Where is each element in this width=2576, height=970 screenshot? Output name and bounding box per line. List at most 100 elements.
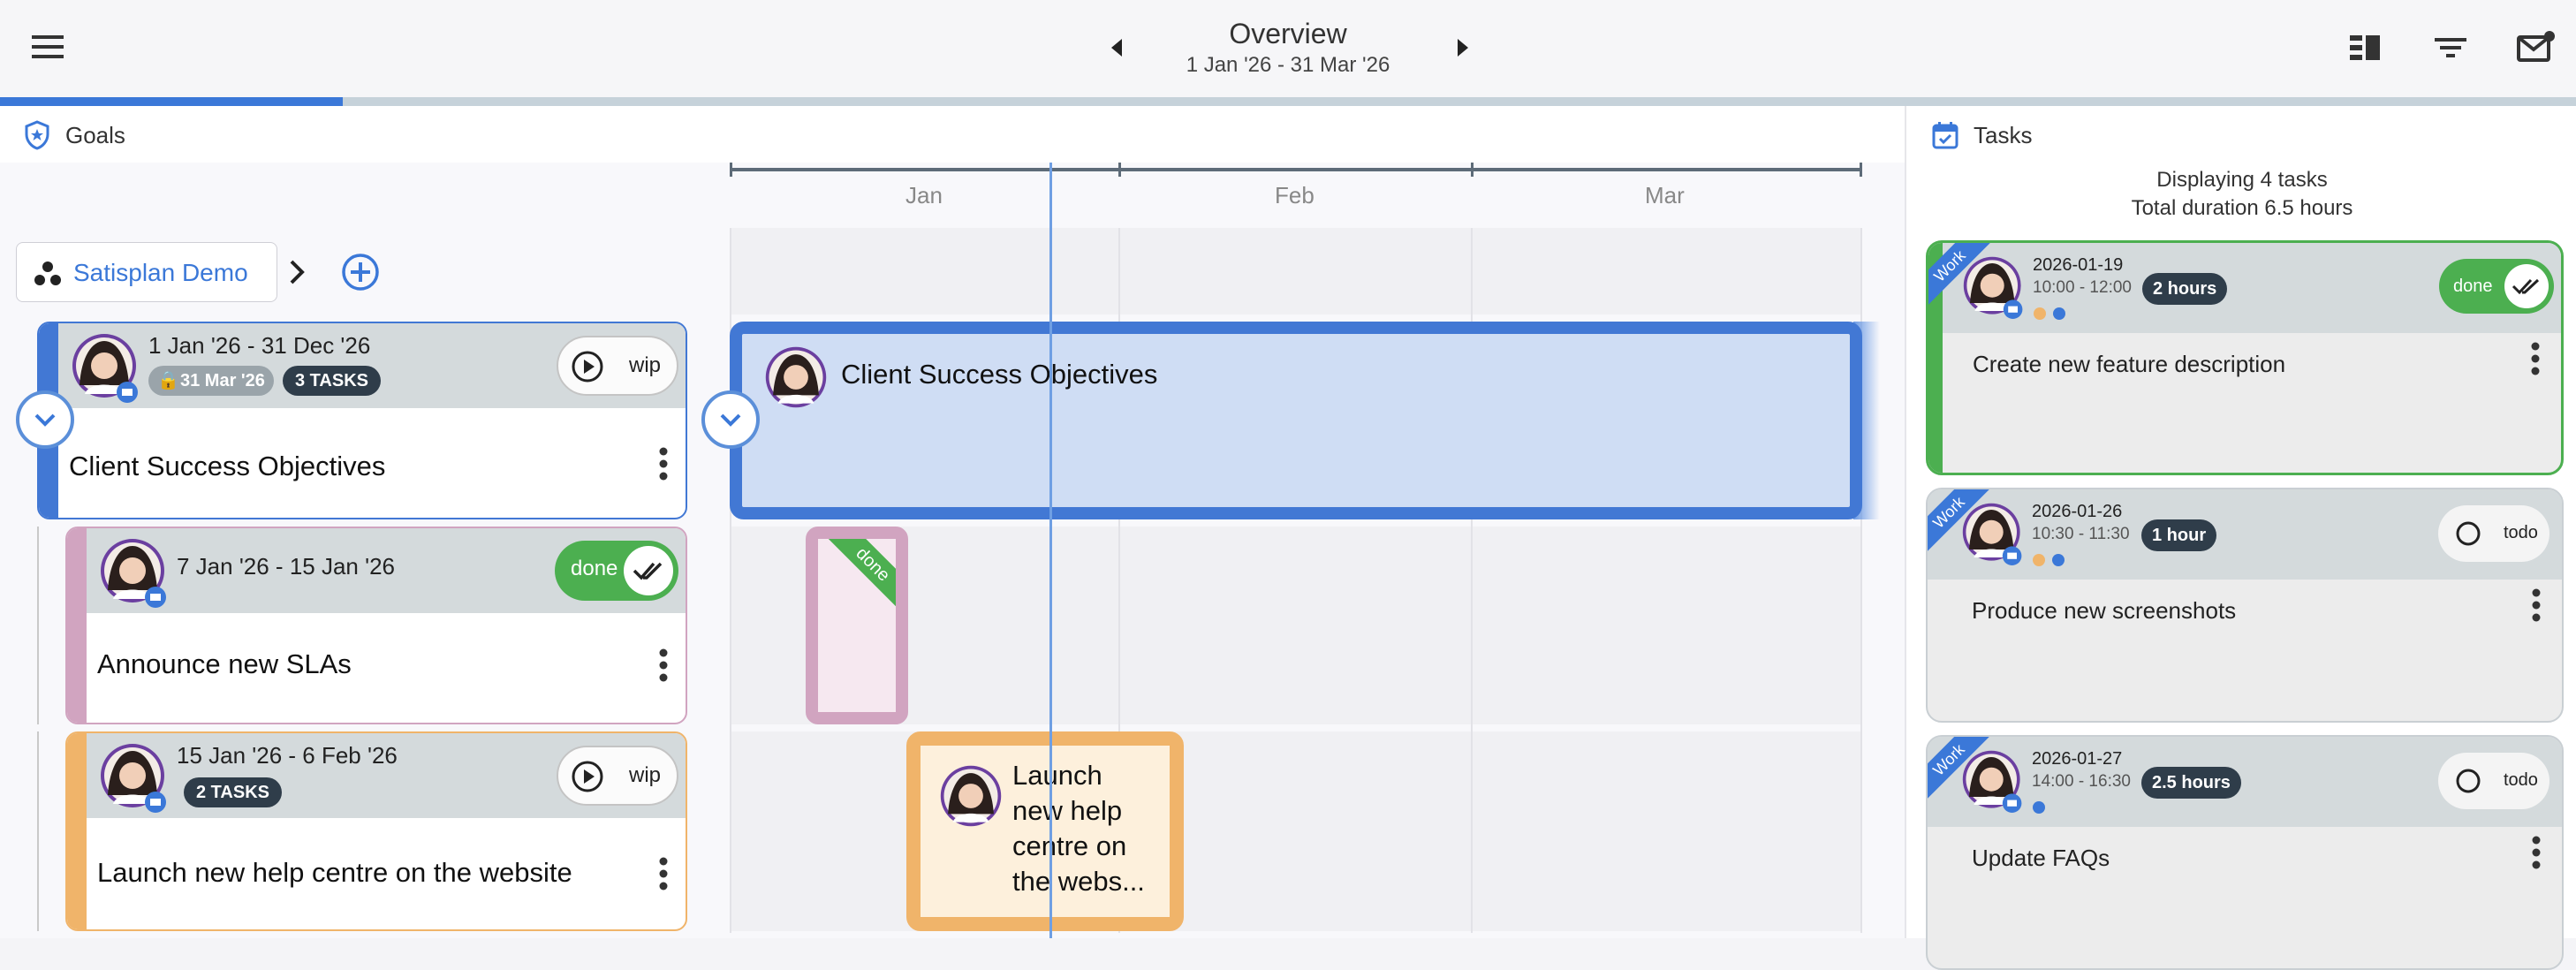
task-time: 14:00 - 16:30	[2032, 772, 2131, 791]
play-circle-icon	[571, 760, 604, 793]
status-label: done	[2453, 277, 2493, 296]
avatar	[71, 332, 141, 403]
avatar	[99, 537, 170, 608]
page-title: Overview	[1229, 18, 1347, 49]
collapse-goal-button[interactable]	[16, 390, 74, 449]
avatar	[99, 742, 170, 813]
chevron-right-icon[interactable]	[286, 258, 307, 286]
goal-dates: 1 Jan '26 - 31 Dec '26	[148, 332, 371, 359]
goal-dates: 15 Jan '26 - 6 Feb '26	[177, 742, 398, 769]
more-options-icon[interactable]	[2532, 588, 2541, 622]
period-progress-fill	[0, 97, 343, 106]
task-duration-badge: 2 hours	[2142, 273, 2228, 305]
task-count-summary: Displaying 4 tasks	[2156, 168, 2328, 192]
task-count-badge: 3 TASKS	[283, 366, 381, 396]
avatar	[763, 345, 829, 410]
mail-notification-icon[interactable]	[2516, 30, 2555, 65]
axis-tick	[1471, 163, 1474, 177]
goal-title: Announce new SLAs	[97, 648, 352, 679]
timeline-axis	[730, 168, 1862, 171]
month-label-feb: Feb	[1275, 182, 1315, 208]
task-date: 2026-01-27	[2032, 749, 2123, 769]
task-title: Create new feature description	[1973, 351, 2286, 377]
task-title: Update FAQs	[1972, 845, 2110, 871]
tag-dots	[2032, 553, 2067, 567]
goal-card[interactable]: 1 Jan '26 - 31 Dec '26 🔒 31 Mar '26 3 TA…	[37, 322, 687, 519]
status-done-button[interactable]: done	[555, 541, 678, 601]
tasks-panel: Tasks Displaying 4 tasks Total duration …	[1905, 106, 2576, 970]
add-goal-button[interactable]	[341, 253, 380, 292]
more-options-icon[interactable]	[659, 447, 668, 481]
goal-title: Launch new help centre on the website	[97, 857, 572, 888]
goal-card[interactable]: 15 Jan '26 - 6 Feb '26 2 TASKS wip Launc…	[65, 731, 687, 931]
breadcrumb-project[interactable]: Satisplan Demo	[16, 242, 277, 302]
task-status-todo-button[interactable]: todo	[2438, 753, 2549, 809]
more-options-icon[interactable]	[659, 648, 668, 682]
date-range: 1 Jan '26 - 31 Mar '26	[1186, 53, 1390, 77]
avatar	[1962, 255, 2026, 319]
status-label: todo	[2504, 770, 2538, 790]
status-wip-button[interactable]: wip	[557, 746, 678, 806]
collapse-goal-button[interactable]	[701, 390, 760, 449]
period-progress-bar	[0, 97, 2576, 106]
task-status-todo-button[interactable]: todo	[2438, 505, 2549, 562]
calendar-check-icon	[1931, 120, 1959, 150]
month-label-mar: Mar	[1645, 182, 1685, 208]
empty-circle-icon	[2454, 519, 2482, 548]
more-options-icon[interactable]	[2532, 836, 2541, 869]
goal-bar-client-success[interactable]: Client Success Objectives	[730, 322, 1862, 519]
axis-tick	[1860, 163, 1862, 177]
task-card[interactable]: Work 2026-01-27 14:00 - 16:30 2.5 hours …	[1926, 735, 2564, 970]
task-card[interactable]: Work 2026-01-26 10:30 - 11:30 1 hour tod…	[1926, 488, 2564, 723]
goal-title: Client Success Objectives	[69, 451, 386, 481]
filter-icon[interactable]	[2431, 30, 2470, 65]
goal-color-stripe	[67, 528, 87, 723]
tree-connector	[37, 731, 39, 931]
play-circle-icon	[571, 350, 604, 383]
empty-circle-icon	[2454, 767, 2482, 795]
more-options-icon[interactable]	[2531, 342, 2540, 375]
status-label: todo	[2504, 523, 2538, 542]
status-label: wip	[629, 353, 662, 377]
avatar	[1961, 502, 2025, 565]
more-options-icon[interactable]	[659, 857, 668, 890]
view-list-icon[interactable]	[2346, 30, 2385, 65]
goal-bar-title: Launch new help centre on the webs...	[1012, 760, 1145, 897]
axis-tick	[730, 163, 732, 177]
tasks-heading: Tasks	[1974, 122, 2033, 148]
task-status-done-button[interactable]: done	[2439, 259, 2554, 314]
done-ribbon: done	[825, 539, 896, 612]
goals-panel-header: Goals	[0, 106, 1905, 163]
deadline-badge: 🔒 31 Mar '26	[148, 366, 274, 396]
status-wip-button[interactable]: wip	[557, 336, 678, 396]
top-bar: Overview 1 Jan '26 - 31 Mar '26	[0, 0, 2576, 97]
task-date: 2026-01-26	[2032, 502, 2123, 521]
task-card[interactable]: Work 2026-01-19 10:00 - 12:00 2 hours do…	[1926, 240, 2564, 475]
tag-dots	[2033, 307, 2068, 321]
axis-tick	[1118, 163, 1121, 177]
period-title: Overview 1 Jan '26 - 31 Mar '26	[1111, 16, 1465, 80]
task-duration-summary: Total duration 6.5 hours	[2131, 196, 2353, 220]
task-title: Produce new screenshots	[1972, 597, 2237, 624]
goal-bar-announce-slas[interactable]: done	[806, 527, 908, 724]
task-duration-badge: 2.5 hours	[2141, 767, 2241, 799]
status-label: wip	[629, 763, 662, 787]
goal-dates: 7 Jan '26 - 15 Jan '26	[177, 553, 395, 580]
goal-color-stripe	[67, 733, 87, 929]
task-duration-badge: 1 hour	[2141, 519, 2217, 551]
shield-star-icon	[23, 120, 51, 150]
goal-card[interactable]: 7 Jan '26 - 15 Jan '26 done Announce new…	[65, 527, 687, 724]
month-label-jan: Jan	[905, 182, 943, 208]
caret-right-icon[interactable]	[1452, 35, 1474, 60]
task-time: 10:00 - 12:00	[2033, 278, 2132, 297]
timeline-row-band	[730, 731, 1862, 931]
task-count-badge: 2 TASKS	[184, 777, 282, 807]
avatar	[938, 763, 1004, 829]
goal-bar-title: Client Success Objectives	[841, 359, 1158, 390]
breadcrumb-label: Satisplan Demo	[73, 259, 248, 286]
goal-bar-help-centre[interactable]: Launch new help centre on the webs...	[906, 731, 1184, 931]
group-icon	[33, 261, 63, 287]
hamburger-icon[interactable]	[30, 32, 65, 62]
double-check-icon	[2504, 264, 2549, 308]
status-label: done	[571, 557, 618, 580]
